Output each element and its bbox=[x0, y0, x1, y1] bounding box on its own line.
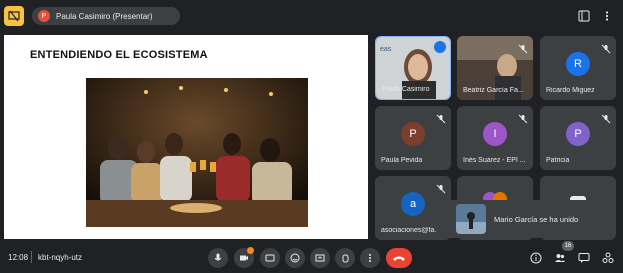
avatar: R bbox=[566, 52, 590, 76]
layout-icon[interactable] bbox=[575, 7, 593, 25]
slide-title: ENTENDIENDO EL ECOSISTEMA bbox=[30, 49, 208, 61]
participant-name: Beatriz García Fa... bbox=[463, 87, 524, 94]
activities-icon[interactable] bbox=[599, 249, 617, 267]
chat-icon[interactable] bbox=[575, 249, 593, 267]
more-options-button[interactable] bbox=[360, 248, 380, 268]
shared-presentation: ENTENDIENDO EL ECOSISTEMA bbox=[4, 35, 368, 239]
participant-tile[interactable]: P Patricia bbox=[540, 106, 616, 170]
muted-mic-icon bbox=[436, 111, 446, 124]
muted-mic-icon bbox=[601, 41, 611, 54]
avatar: a bbox=[401, 192, 425, 216]
participant-name: Inés Suárez - EPI ... bbox=[463, 157, 526, 164]
muted-mic-icon bbox=[518, 41, 528, 54]
raise-hand-button[interactable] bbox=[335, 248, 355, 268]
slide-photo bbox=[86, 78, 308, 227]
speaking-indicator-icon bbox=[434, 41, 446, 53]
participant-name: Paula Pevida bbox=[381, 157, 423, 164]
participant-name: Patricia bbox=[546, 157, 570, 164]
info-icon[interactable] bbox=[527, 249, 545, 267]
participant-name: Paula Casimiro bbox=[382, 86, 430, 93]
avatar: I bbox=[483, 122, 507, 146]
present-button[interactable] bbox=[310, 248, 330, 268]
presenter-label: Paula Casimiro (Presentar) bbox=[56, 11, 153, 21]
participant-tile-video[interactable]: Beatriz García Fa... bbox=[457, 36, 533, 100]
participant-tile[interactable]: R Ricardo Miguez bbox=[540, 36, 616, 100]
more-options-icon[interactable] bbox=[598, 7, 616, 25]
notification-dot bbox=[247, 247, 254, 254]
captions-button[interactable] bbox=[260, 248, 280, 268]
muted-mic-icon bbox=[601, 111, 611, 124]
participant-tile-video[interactable]: eas Paula Casimiro bbox=[375, 36, 451, 100]
joined-user-thumbnail bbox=[456, 204, 486, 234]
notification-text: Mario García se ha unido bbox=[494, 214, 579, 224]
join-notification: Mario García se ha unido bbox=[436, 200, 612, 238]
emoji-button[interactable] bbox=[285, 248, 305, 268]
avatar: P bbox=[401, 122, 425, 146]
svg-text:eas: eas bbox=[380, 46, 392, 53]
clock: 12:08 bbox=[8, 253, 29, 262]
muted-mic-icon bbox=[436, 181, 446, 194]
participant-name: Ricardo Miguez bbox=[546, 87, 595, 94]
divider bbox=[31, 251, 32, 263]
presenter-chip[interactable]: P Paula Casimiro (Presentar) bbox=[32, 7, 180, 25]
meeting-code: kbt-nqyh-utz bbox=[38, 253, 83, 262]
hang-up-button[interactable] bbox=[386, 248, 412, 268]
participant-tile[interactable]: P Paula Pevida bbox=[375, 106, 451, 170]
presentation-icon[interactable] bbox=[4, 6, 24, 26]
presenter-avatar: P bbox=[38, 10, 50, 22]
microphone-button[interactable] bbox=[208, 248, 228, 268]
participant-tile[interactable]: I Inés Suárez - EPI ... bbox=[457, 106, 533, 170]
muted-mic-icon bbox=[518, 111, 528, 124]
avatar: P bbox=[566, 122, 590, 146]
people-icon[interactable] bbox=[551, 249, 569, 267]
